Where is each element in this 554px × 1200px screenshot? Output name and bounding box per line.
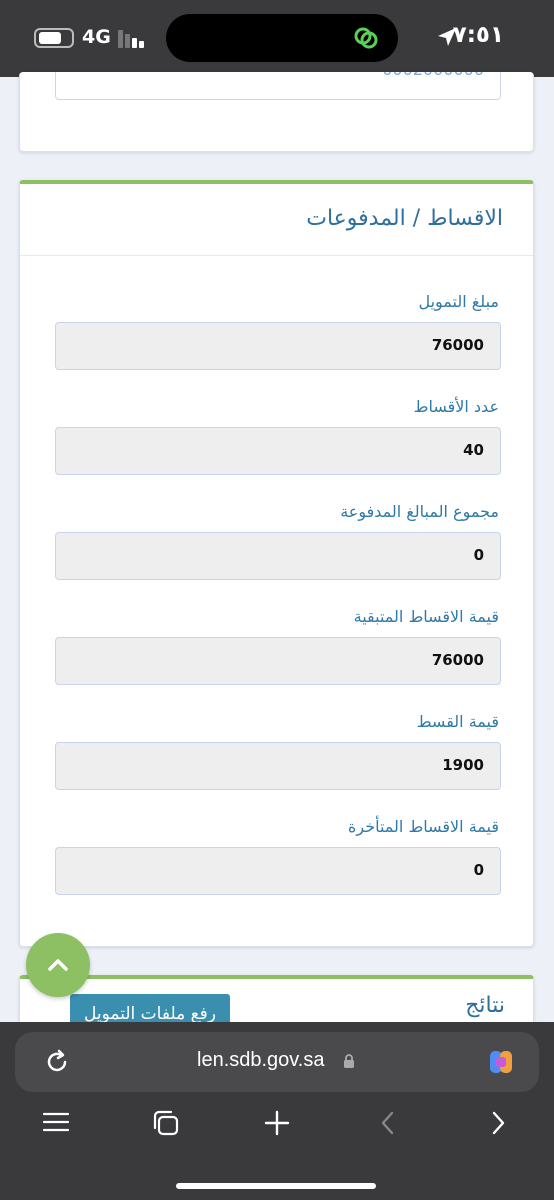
address-bar[interactable]: len.sdb.gov.sa [15,1032,539,1092]
copilot-icon[interactable] [487,1048,515,1076]
installments-count-label: عدد الأقساط [413,397,499,416]
card-title: الاقساط / المدفوعات [306,206,503,231]
installment-value-label: قيمة القسط [416,712,499,731]
signal-icon [118,30,148,48]
tabs-icon[interactable] [152,1110,180,1136]
results-title: نتائج [465,993,505,1018]
home-indicator[interactable] [176,1183,376,1189]
installments-count-field[interactable]: 40 [55,427,501,475]
lock-icon [344,1054,354,1068]
battery-icon [34,28,74,48]
network-type: 4G [82,26,111,48]
dynamic-island [166,14,398,62]
menu-icon[interactable] [42,1110,70,1134]
clock: ٧:٥١ [452,22,504,48]
remaining-installments-value: 76000 [431,651,484,669]
previous-card: 0002000000 [19,72,534,152]
previous-field[interactable]: 0002000000 [55,72,501,100]
plus-icon[interactable] [264,1110,290,1136]
chevron-up-icon [48,959,68,971]
installments-count-value: 40 [463,441,484,459]
total-paid-field[interactable]: 0 [55,532,501,580]
forward-icon[interactable] [490,1110,506,1136]
back-icon[interactable] [380,1110,396,1136]
total-paid-label: مجموع المبالغ المدفوعة [340,502,499,521]
installments-card: الاقساط / المدفوعات مبلغ التمويل 76000 ع… [19,180,534,947]
url-text: len.sdb.gov.sa [197,1049,325,1071]
scroll-top-button[interactable] [26,933,90,997]
card-header: الاقساط / المدفوعات [20,184,533,256]
total-paid-value: 0 [473,546,484,564]
status-bar: 4G ٧:٥١ [0,0,554,77]
previous-field-value: 0002000000 [382,72,484,79]
browser-toolbar: len.sdb.gov.sa [0,1022,554,1200]
financing-amount-value: 76000 [431,336,484,354]
overdue-installments-value: 0 [473,861,484,879]
financing-amount-field[interactable]: 76000 [55,322,501,370]
overdue-installments-field[interactable]: 0 [55,847,501,895]
remaining-installments-field[interactable]: 76000 [55,637,501,685]
overdue-installments-label: قيمة الاقساط المتأخرة [347,817,499,836]
installment-value-field[interactable]: 1900 [55,742,501,790]
financing-amount-label: مبلغ التمويل [418,292,499,311]
remaining-installments-label: قيمة الاقساط المتبقية [353,607,499,626]
link-icon [354,27,378,49]
installment-value-value: 1900 [442,756,484,774]
reload-icon[interactable] [43,1048,71,1076]
